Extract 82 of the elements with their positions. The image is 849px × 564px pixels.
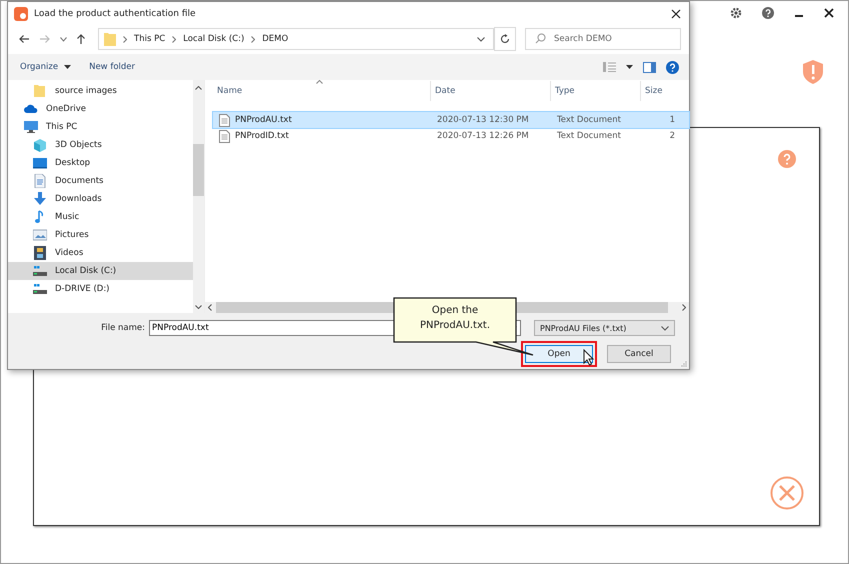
- column-header[interactable]: Name: [213, 81, 431, 101]
- cloud-icon: [24, 102, 38, 116]
- file-row[interactable]: PNProdAU.txt 2020-07-13 12:30 PM Text Document 1: [213, 112, 689, 128]
- file-row[interactable]: PNProdID.txt 2020-07-13 12:26 PM Text Document 2: [213, 128, 689, 144]
- gear-icon[interactable]: [730, 7, 742, 19]
- address-bar[interactable]: This PC Local Disk (C:) DEMO: [98, 28, 494, 50]
- picture-icon: [33, 228, 47, 242]
- chevron-down-icon[interactable]: [60, 36, 67, 42]
- organize-menu-button[interactable]: Organize: [16, 60, 76, 74]
- file-type-dropdown[interactable]: PNProdAU Files (*.txt): [534, 320, 675, 336]
- new-folder-button[interactable]: New folder: [85, 60, 140, 74]
- up-arrow-icon[interactable]: [76, 33, 86, 45]
- table-cell: 2020-07-13 12:26 PM: [437, 131, 529, 141]
- sort-up-icon: [316, 80, 323, 84]
- desktop-icon: [33, 156, 47, 170]
- sidebar-item[interactable]: Pictures: [8, 226, 193, 244]
- sidebar-item[interactable]: Music: [8, 208, 193, 226]
- sidebar-item[interactable]: Local Disk (C:): [8, 262, 193, 280]
- sidebar-item[interactable]: source images: [8, 82, 193, 100]
- refresh-icon: [500, 34, 510, 44]
- mouse-pointer-icon: [583, 349, 595, 366]
- table-cell: 2: [670, 131, 675, 141]
- sidebar-item[interactable]: Desktop: [8, 154, 193, 172]
- table-cell: 2020-07-13 12:30 PM: [437, 115, 529, 125]
- caret-down-icon[interactable]: [626, 65, 633, 69]
- forward-arrow-icon: [39, 34, 51, 44]
- folder-icon: [104, 32, 116, 46]
- resize-grip-icon: [681, 361, 687, 367]
- cancel-button[interactable]: Cancel: [607, 345, 671, 363]
- open-button[interactable]: Open: [525, 345, 593, 363]
- film-icon: [33, 246, 47, 260]
- scroll-thumb[interactable]: [193, 144, 204, 196]
- table-cell: PNProdAU.txt: [235, 115, 292, 125]
- sidebar-item[interactable]: 3D Objects: [8, 136, 193, 154]
- table-cell: Text Document: [557, 131, 621, 141]
- chevron-right-icon: [123, 36, 127, 42]
- chevron-right-icon: [172, 36, 176, 42]
- column-header[interactable]: Type: [551, 81, 641, 101]
- chevron-left-icon: [208, 304, 212, 311]
- sidebar-item[interactable]: Downloads: [8, 190, 193, 208]
- shield-icon: [802, 59, 824, 85]
- table-cell: PNProdID.txt: [235, 131, 289, 141]
- sidebar-item[interactable]: This PC: [8, 118, 193, 136]
- chevron-right-icon: [251, 36, 256, 42]
- table-cell: 1: [670, 115, 675, 125]
- drive-icon: [33, 264, 47, 278]
- text-file-icon: [219, 130, 230, 142]
- search-field[interactable]: Search DEMO: [525, 28, 681, 50]
- refresh-button[interactable]: [494, 27, 516, 51]
- field-label: File name:: [101, 323, 145, 333]
- help-icon[interactable]: [762, 7, 774, 19]
- app-icon: [14, 7, 28, 21]
- download-icon: [33, 192, 47, 206]
- help-icon[interactable]: [666, 60, 679, 74]
- window-title: Load the product authentication file: [34, 9, 196, 19]
- breadcrumb-item[interactable]: This PC: [134, 34, 166, 44]
- document-icon: [33, 174, 47, 188]
- caret-down-icon: [64, 65, 72, 69]
- chevron-right-icon: [682, 304, 686, 311]
- chevron-up-icon: [195, 86, 202, 90]
- breadcrumb-item[interactable]: DEMO: [262, 34, 288, 44]
- chevron-down-icon[interactable]: [476, 36, 485, 42]
- table-cell: Text Document: [557, 115, 621, 125]
- chevron-down-icon: [661, 326, 669, 330]
- close-icon[interactable]: [824, 8, 834, 18]
- cube-icon: [33, 138, 47, 152]
- monitor-icon: [24, 120, 38, 134]
- column-header[interactable]: Size: [641, 81, 681, 101]
- folder-icon: [33, 84, 47, 98]
- column-header[interactable]: Date: [431, 81, 551, 101]
- back-arrow-icon[interactable]: [18, 34, 30, 44]
- sidebar-item[interactable]: D-DRIVE (D:): [8, 280, 193, 298]
- close-icon[interactable]: [671, 9, 681, 19]
- search-icon: [535, 33, 546, 44]
- breadcrumb-item[interactable]: Local Disk (C:): [183, 34, 244, 44]
- chevron-down-icon: [195, 305, 202, 309]
- sidebar-item[interactable]: Videos: [8, 244, 193, 262]
- drive-icon: [33, 282, 47, 296]
- sidebar-item[interactable]: OneDrive: [8, 100, 193, 118]
- text-file-icon: [219, 114, 230, 126]
- sidebar-item[interactable]: Documents: [8, 172, 193, 190]
- preview-pane-icon[interactable]: [643, 62, 656, 72]
